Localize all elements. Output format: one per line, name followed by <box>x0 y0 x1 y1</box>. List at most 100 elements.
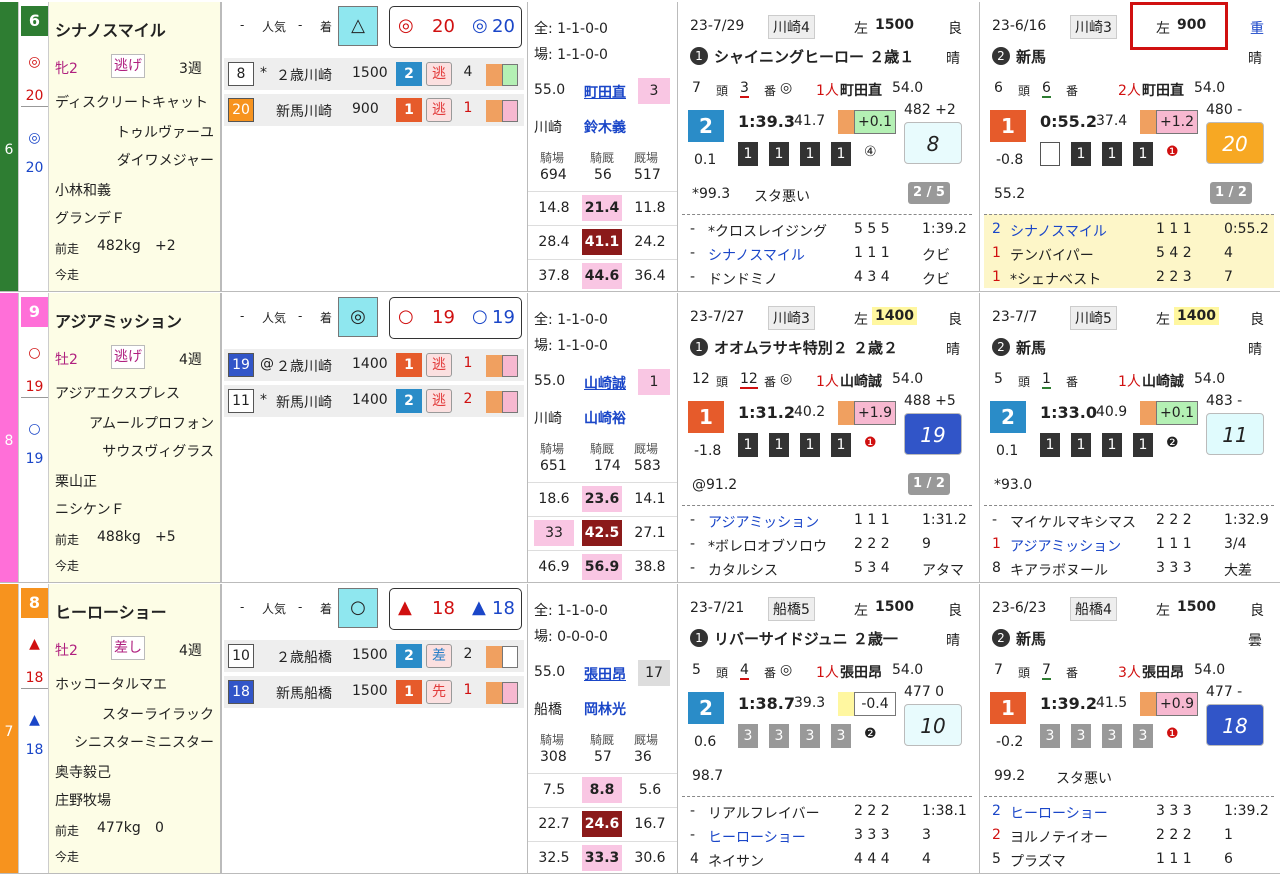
rate-r3-0: 46.9 <box>538 559 570 575</box>
race-date: 23-6/16 <box>992 18 1047 34</box>
mark1-number: 18 <box>21 670 48 689</box>
history-row[interactable]: 19 @２歳川崎 1400 1 逃 1 <box>224 349 524 381</box>
rate-r2-2: 27.1 <box>634 525 666 541</box>
margin: -0.8 <box>996 152 1024 168</box>
result-horse[interactable]: リアルフレイバー <box>708 803 820 823</box>
result-horse[interactable]: ネイサン <box>708 851 764 871</box>
waku-number: 8 <box>4 433 14 449</box>
race-venue: 川崎3 <box>768 306 815 330</box>
head-count: 5 <box>994 371 1003 387</box>
past-race-1[interactable]: 23-7/27 川崎3 左 1400 良 1 オオムラサキ特別２ ２歳２ 晴 12 頭 12 番 ◎ 1人… <box>677 293 979 582</box>
history-row[interactable]: 11 * 新馬川崎 1400 2 逃 2 <box>224 385 524 417</box>
race-kinryo: 54.0 <box>1194 371 1226 387</box>
race-date: 23-7/21 <box>690 600 745 616</box>
prediction-mark: ○ <box>338 588 378 628</box>
result-horse[interactable]: プラズマ <box>1010 851 1066 871</box>
result-horse[interactable]: マイケルマキシマス <box>1010 512 1136 532</box>
body-weight: 482kg <box>97 238 141 254</box>
ev1-mark: ▲ <box>398 597 412 618</box>
rate-r1-2: 14.1 <box>634 491 666 507</box>
past-race-2[interactable]: 23-6/23 船橋4 左 1500 良 2 新馬曇 7 頭 7 番 3人 張田昂 54.0 1 1:39.2… <box>979 584 1280 873</box>
result-horse[interactable]: ヒーローショー <box>1010 803 1108 823</box>
history-bar-right <box>502 391 518 413</box>
finish-position: 1 <box>688 401 724 433</box>
result-horse[interactable]: *ボレロオブソロウ <box>708 536 827 556</box>
result-place: 8 <box>992 560 1001 576</box>
horse-name[interactable]: アジアミッション <box>55 308 182 332</box>
result-horse[interactable]: *クロスレイジング <box>708 221 827 241</box>
past-race-2[interactable]: 23-6/16 川崎3 左 900 重 2 新馬晴 6 頭 6 番 2人 町田直 54.0 1 0:55.2 3… <box>979 2 1280 291</box>
result-place: - <box>690 221 696 237</box>
jockey-link[interactable]: 町田直 <box>584 82 626 102</box>
result-time: 3 <box>922 827 931 843</box>
trainer-link[interactable]: 山崎裕 <box>584 408 626 428</box>
result-horse[interactable]: テンバイパー <box>1010 245 1094 265</box>
result-horse[interactable]: シナノスマイル <box>1010 221 1107 241</box>
race-name[interactable]: 新馬 <box>1016 46 1046 67</box>
diff-bar <box>1140 692 1156 716</box>
body-weight-result: 488 +5 <box>904 393 956 409</box>
corner-pos-1: 1 <box>769 142 789 166</box>
sire[interactable]: アジアエクスプレス <box>55 383 180 403</box>
time-diff: +0.1 <box>1156 401 1198 425</box>
corner-pos-3: 1 <box>831 142 851 166</box>
last-3f: 40.2 <box>794 404 826 420</box>
history-row[interactable]: 8 * ２歳川崎 1500 2 逃 4 <box>224 58 524 90</box>
rate-r2-2: 24.2 <box>634 234 666 250</box>
race-name[interactable]: 新馬 <box>1016 628 1046 649</box>
ev2-mark: ◎ <box>472 15 488 36</box>
mark2-number: 18 <box>25 742 44 758</box>
result-horse[interactable]: *シェナベスト <box>1010 269 1101 289</box>
result-horse[interactable]: ヨルノテイオー <box>1010 827 1108 847</box>
horse-row[interactable]: 6 6 ◎ 20 ◎ 20 シナノスマイル 牝2 逃げ 3週 ディスクリートキャ… <box>0 2 1280 292</box>
history-mark: @ <box>260 356 274 372</box>
trainer-link[interactable]: 岡林光 <box>584 699 626 719</box>
result-horse[interactable]: ドンドミノ <box>708 269 778 289</box>
past-race-2[interactable]: 23-7/7 川崎5 左 1400 良 2 新馬晴 5 頭 1 番 1人 山崎誠 54.0 2 1:33.0 4… <box>979 293 1280 582</box>
sire[interactable]: ホッコータルマエ <box>55 674 167 694</box>
sire[interactable]: ディスクリートキャット <box>55 92 208 112</box>
past-race-1[interactable]: 23-7/21 船橋5 左 1500 良 1 リバーサイドジュニ ２歳一晴 5 頭 4 番 ◎ 1人 張田… <box>677 584 979 873</box>
jockey-link[interactable]: 山崎誠 <box>584 373 626 393</box>
result-time: 4 <box>922 851 931 867</box>
result-place: - <box>690 269 696 285</box>
race-number-1: 1 <box>690 629 708 647</box>
horse-name[interactable]: ヒーローショー <box>55 599 167 623</box>
body-weight-result: 477 - <box>1206 684 1243 700</box>
track-condition: 良 <box>948 21 962 37</box>
horse-row[interactable]: 8 9 ○ 19 ○ 19 アジアミッション 牡2 逃げ 4週 アジアエクスプレ… <box>0 293 1280 583</box>
race-name[interactable]: リバーサイドジュニ ２歳一 <box>714 628 898 649</box>
place: 川崎 <box>534 120 562 136</box>
race-number-1: 1 <box>690 338 708 356</box>
ev2-number: 20 <box>492 16 515 37</box>
result-time: 3/4 <box>1224 536 1247 552</box>
waku-bar: 6 <box>0 2 18 291</box>
race-name[interactable]: 新馬 <box>1016 337 1046 358</box>
today-label: 今走 <box>55 559 80 573</box>
result-horse[interactable]: ヒーローショー <box>708 827 806 847</box>
race-kinryo: 54.0 <box>1194 80 1226 96</box>
prediction-mark: ◎ <box>338 297 378 337</box>
past-race-1[interactable]: 23-7/29 川崎4 左 1500 良 1 シャイニングヒーロー ２歳１ 晴 7 頭 3 番 ◎ 1人町… <box>677 2 979 291</box>
jockey-link[interactable]: 張田昂 <box>584 664 626 684</box>
history-row[interactable]: 10 ２歳船橋 1500 2 差 2 <box>224 640 524 672</box>
history-popularity: 2 <box>396 62 422 86</box>
history-row[interactable]: 18 新馬船橋 1500 1 先 1 <box>224 676 524 708</box>
result-corners: 1 1 1 <box>1156 221 1192 237</box>
horse-row[interactable]: 7 8 ▲ 18 ▲ 18 ヒーローショー 牡2 差し 4週 ホッコータルマエ … <box>0 584 1280 874</box>
result-horse[interactable]: アジアミッション <box>1010 536 1121 556</box>
trainer-link[interactable]: 鈴木義 <box>584 117 626 137</box>
result-horse[interactable]: キアラボヌール <box>1010 560 1108 580</box>
result-place: - <box>992 512 998 528</box>
horse-name[interactable]: シナノスマイル <box>55 17 166 41</box>
evaluation-box: ○ 19 ○ 19 <box>389 297 522 339</box>
record-all: 全: 1-1-0-0 <box>534 603 608 619</box>
race-name[interactable]: シャイニングヒーロー ２歳１ <box>714 46 914 67</box>
corner-pos-2: 3 <box>1102 724 1122 748</box>
result-horse[interactable]: シナノスマイル <box>708 245 805 265</box>
race-name[interactable]: オオムラサキ特別２ ２歳２ <box>714 337 898 358</box>
result-horse[interactable]: カタルシス <box>708 560 778 580</box>
result-horse[interactable]: アジアミッション <box>708 512 819 532</box>
history-row[interactable]: 20 新馬川崎 900 1 逃 1 <box>224 94 524 126</box>
pop-label: 人気 <box>262 602 287 616</box>
